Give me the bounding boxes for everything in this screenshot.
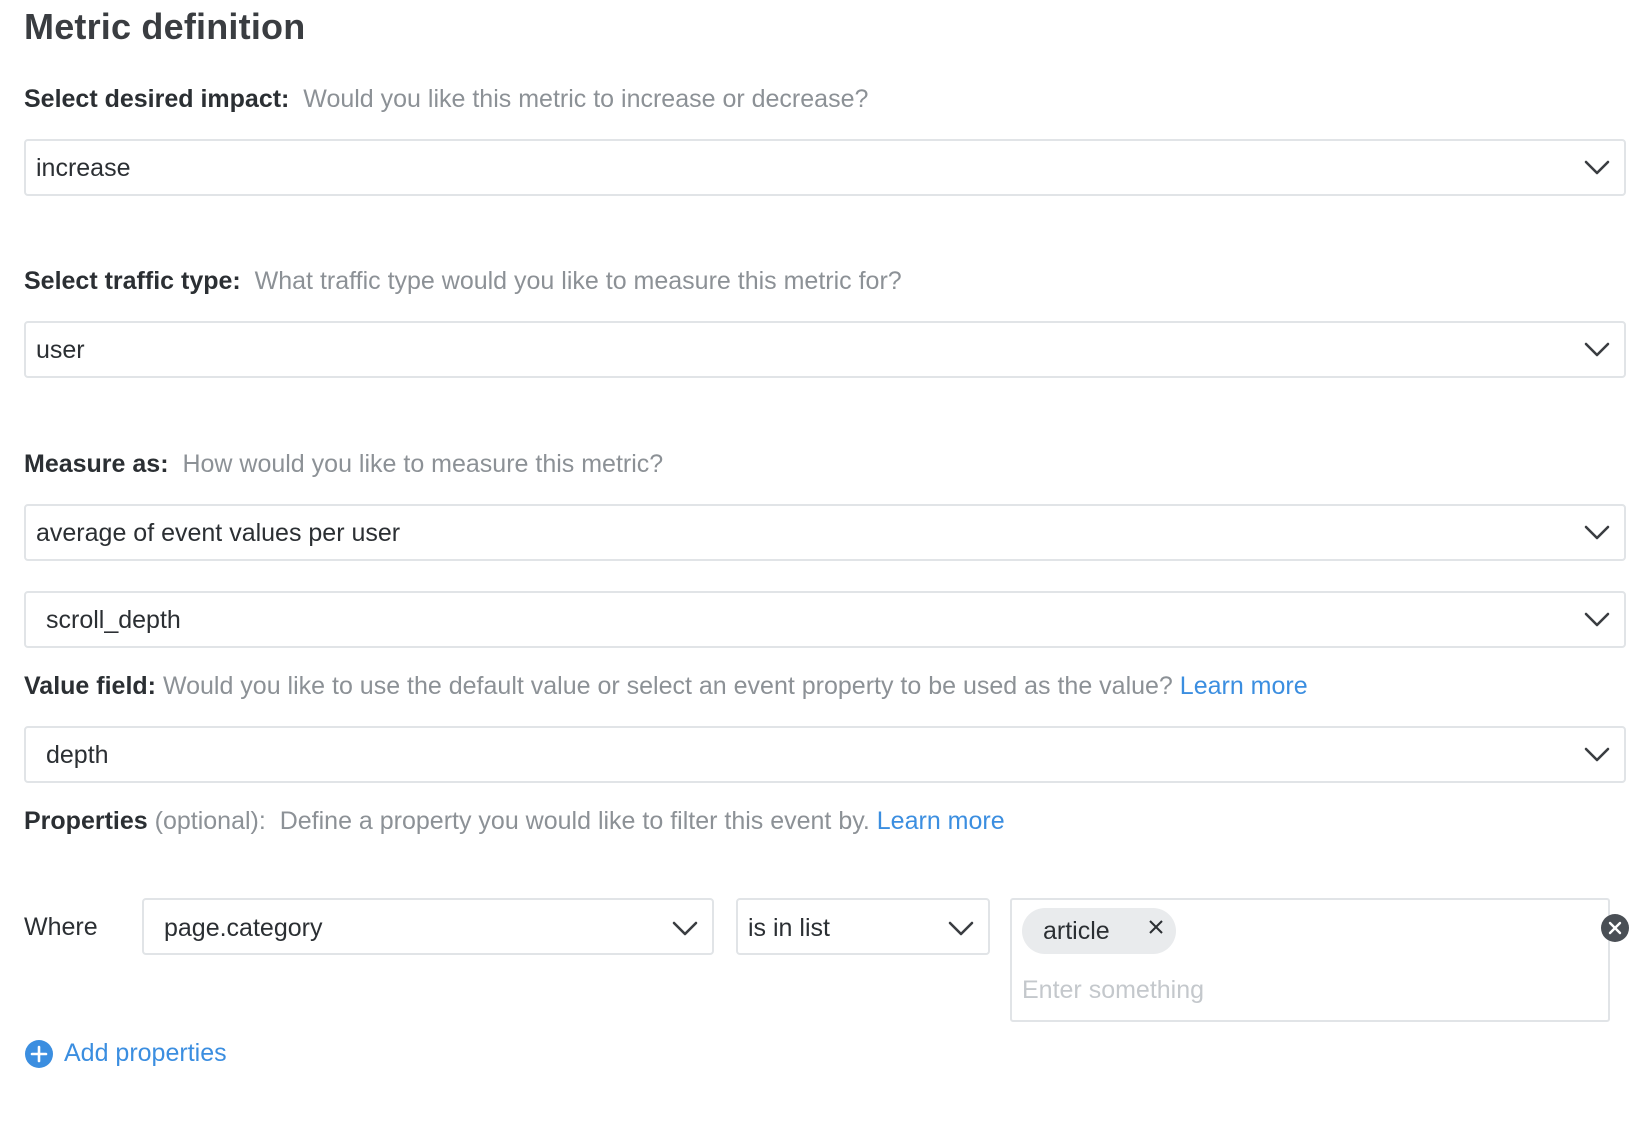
- remove-circle-icon[interactable]: [1600, 913, 1630, 943]
- properties-label: Properties: [24, 807, 148, 835]
- measure-as-select[interactable]: average of event values per user: [24, 504, 1626, 561]
- value-chip: article: [1022, 908, 1176, 954]
- properties-optional: (optional):: [154, 807, 266, 835]
- traffic-label-row: Select traffic type: What traffic type w…: [24, 264, 902, 298]
- measure-hint: How would you like to measure this metri…: [182, 450, 664, 478]
- value-field-select-value: depth: [46, 741, 109, 769]
- chevron-down-icon: [1584, 747, 1610, 762]
- operator-select[interactable]: is in list: [736, 898, 990, 955]
- impact-select-value: increase: [36, 154, 131, 182]
- property-select-value: page.category: [164, 914, 323, 942]
- properties-learn-more-link[interactable]: Learn more: [877, 807, 1005, 835]
- list-values-input[interactable]: article: [1010, 898, 1610, 1022]
- property-select[interactable]: page.category: [142, 898, 714, 955]
- event-select[interactable]: scroll_depth: [24, 591, 1626, 648]
- measure-select-value: average of event values per user: [36, 519, 401, 547]
- measure-label: Measure as:: [24, 450, 169, 478]
- impact-label: Select desired impact:: [24, 85, 290, 113]
- impact-select[interactable]: increase: [24, 139, 1626, 196]
- chip-label: article: [1043, 917, 1110, 945]
- chevron-down-icon: [1584, 342, 1610, 357]
- traffic-hint: What traffic type would you like to meas…: [254, 267, 902, 295]
- add-properties-label: Add properties: [64, 1039, 227, 1067]
- where-label: Where: [24, 913, 98, 941]
- value-field-select[interactable]: depth: [24, 726, 1626, 783]
- close-icon[interactable]: [1146, 917, 1166, 937]
- traffic-label: Select traffic type:: [24, 267, 241, 295]
- event-select-value: scroll_depth: [46, 606, 181, 634]
- plus-circle-icon: [25, 1040, 53, 1068]
- chevron-down-icon: [948, 921, 974, 936]
- chevron-down-icon: [1584, 160, 1610, 175]
- traffic-select-value: user: [36, 336, 85, 364]
- chevron-down-icon: [1584, 612, 1610, 627]
- traffic-type-select[interactable]: user: [24, 321, 1626, 378]
- chevron-down-icon: [1584, 525, 1610, 540]
- impact-hint: Would you like this metric to increase o…: [303, 85, 869, 113]
- operator-select-value: is in list: [748, 914, 830, 942]
- measure-label-row: Measure as: How would you like to measur…: [24, 447, 663, 481]
- chevron-down-icon: [672, 921, 698, 936]
- properties-label-row: Properties (optional): Define a property…: [24, 804, 1005, 838]
- impact-label-row: Select desired impact: Would you like th…: [24, 82, 868, 116]
- page-title: Metric definition: [24, 6, 306, 47]
- value-field-label: Value field:: [24, 672, 156, 700]
- list-value-text-input[interactable]: [1022, 972, 1582, 1008]
- value-field-learn-more-link[interactable]: Learn more: [1180, 672, 1308, 700]
- value-field-hint: Would you like to use the default value …: [162, 672, 1173, 700]
- properties-hint: Define a property you would like to filt…: [279, 807, 870, 835]
- value-field-label-row: Value field: Would you like to use the d…: [24, 669, 1308, 703]
